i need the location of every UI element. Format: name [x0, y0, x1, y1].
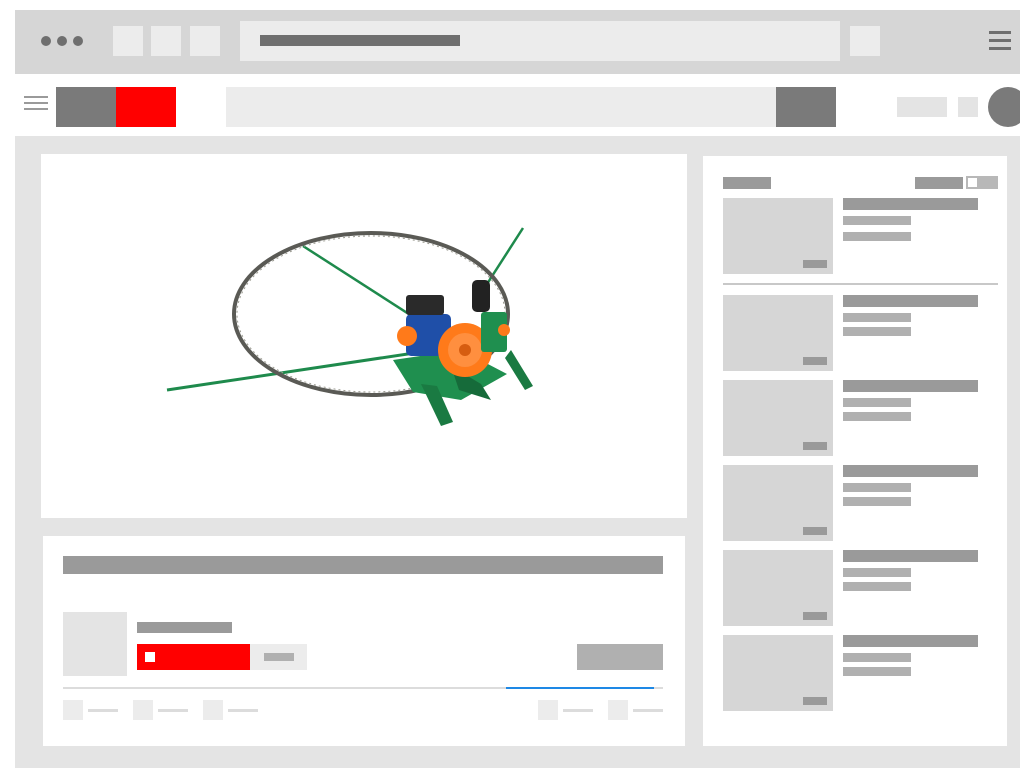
address-bar[interactable]	[240, 21, 840, 61]
sidebar-divider	[723, 283, 998, 285]
back-button[interactable]	[113, 26, 143, 56]
recommended-video[interactable]	[723, 635, 999, 711]
subscribe-button[interactable]	[137, 644, 250, 670]
avatar[interactable]	[988, 87, 1020, 127]
video-duration	[803, 527, 827, 535]
site-logo[interactable]	[56, 87, 116, 127]
video-channel	[843, 313, 911, 322]
dislike-icon[interactable]	[133, 700, 153, 720]
video-duration	[803, 357, 827, 365]
subscribe-icon	[145, 652, 155, 662]
reload-button[interactable]	[190, 26, 220, 56]
video-views	[843, 327, 911, 336]
recommended-video[interactable]	[723, 550, 999, 626]
video-channel	[843, 216, 911, 225]
video-thumbnail[interactable]	[723, 198, 833, 274]
video-thumbnail[interactable]	[723, 465, 833, 541]
hamburger-icon[interactable]	[24, 96, 48, 110]
video-views	[843, 667, 911, 676]
handwheel	[498, 324, 510, 336]
dot-icon[interactable]	[41, 36, 51, 46]
video-channel	[843, 398, 911, 407]
video-thumbnail[interactable]	[723, 380, 833, 456]
electric-cylinder	[472, 280, 490, 312]
subscriber-count	[250, 644, 307, 670]
video-thumbnail[interactable]	[723, 550, 833, 626]
video-thumbnail[interactable]	[723, 635, 833, 711]
motor-pulley	[397, 326, 417, 346]
window-controls[interactable]	[41, 36, 83, 46]
video-duration	[803, 612, 827, 620]
dot-icon[interactable]	[73, 36, 83, 46]
video-duration	[803, 442, 827, 450]
like-count	[88, 709, 118, 712]
video-views	[843, 582, 911, 591]
video-title[interactable]	[843, 465, 978, 477]
machine-leg	[505, 350, 533, 390]
recommended-video[interactable]	[723, 198, 999, 274]
saw-wheel-center	[459, 344, 471, 356]
share-icon[interactable]	[203, 700, 223, 720]
more-icon[interactable]	[608, 700, 628, 720]
video-duration	[803, 260, 827, 268]
recommended-video[interactable]	[723, 465, 999, 541]
video-title[interactable]	[843, 295, 978, 307]
recommended-video[interactable]	[723, 380, 999, 456]
video-player[interactable]	[41, 154, 687, 518]
video-info-panel	[43, 536, 685, 746]
browser-toolbar	[15, 10, 1020, 74]
autoplay-label	[915, 177, 963, 189]
site-header	[15, 74, 1020, 136]
search-button[interactable]	[776, 87, 836, 127]
channel-name[interactable]	[137, 622, 232, 633]
recommended-video[interactable]	[723, 295, 999, 371]
video-title[interactable]	[843, 198, 978, 210]
dot-icon[interactable]	[57, 36, 67, 46]
join-button[interactable]	[577, 644, 663, 670]
extension-button[interactable]	[850, 26, 880, 56]
search-input[interactable]	[226, 87, 776, 127]
video-views	[843, 232, 911, 241]
more-label	[633, 709, 663, 712]
dislike-count	[158, 709, 188, 712]
upload-button[interactable]	[897, 97, 947, 117]
share-label	[228, 709, 258, 712]
like-icon[interactable]	[63, 700, 83, 720]
video-channel	[843, 568, 911, 577]
video-title[interactable]	[843, 635, 978, 647]
recommendations-sidebar	[703, 156, 1007, 746]
save-label	[563, 709, 593, 712]
site-logo-play[interactable]	[116, 87, 176, 127]
browser-menu-icon[interactable]	[989, 31, 1011, 50]
video-thumbnail[interactable]	[723, 295, 833, 371]
video-channel	[843, 653, 911, 662]
video-channel	[843, 483, 911, 492]
like-ratio-bar	[506, 687, 654, 689]
autoplay-toggle[interactable]	[966, 176, 998, 189]
forward-button[interactable]	[151, 26, 181, 56]
save-icon[interactable]	[538, 700, 558, 720]
video-views	[843, 412, 911, 421]
video-title[interactable]	[843, 550, 978, 562]
band-saw-illustration	[166, 227, 533, 426]
video-views	[843, 497, 911, 506]
motor-cap	[406, 295, 444, 315]
video-duration	[803, 697, 827, 705]
up-next-label	[723, 177, 771, 189]
video-title	[63, 556, 663, 574]
video-title[interactable]	[843, 380, 978, 392]
browser-window	[15, 10, 1020, 768]
address-text	[260, 35, 460, 46]
channel-avatar[interactable]	[63, 612, 127, 676]
notifications-icon[interactable]	[958, 97, 978, 117]
